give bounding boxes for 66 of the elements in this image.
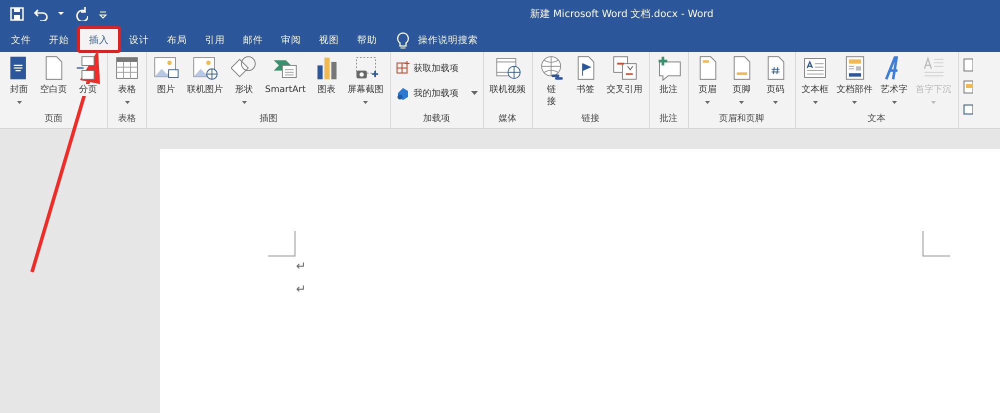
ribbon-button[interactable]: 文档部件 [832, 52, 877, 113]
ribbon-icon [114, 55, 140, 81]
tell-me-search[interactable]: 操作说明搜索 [396, 29, 478, 52]
ribbon-button[interactable]: 页脚 [724, 52, 759, 113]
ribbon-icon [962, 58, 973, 72]
ribbon-icon [962, 102, 973, 116]
ribbon-tab[interactable]: 审阅 [274, 29, 308, 52]
ribbon-button[interactable]: 联机视频 [486, 52, 530, 113]
ribbon-button[interactable]: 屏幕截图 [344, 52, 388, 113]
group-label: 页眉和页脚 [718, 113, 766, 126]
group-label: 表格 [117, 113, 137, 126]
group-label: 媒体 [498, 113, 518, 126]
paragraph-mark: ↵ [296, 282, 308, 298]
ribbon-icon [962, 80, 973, 94]
group-label: 页面 [44, 113, 64, 126]
margin-corner-mark [922, 231, 950, 257]
ribbon-icon [192, 55, 218, 81]
ribbon-icon [802, 55, 828, 81]
ribbon-button[interactable]: 空白页 [36, 52, 71, 113]
window-title: 新建 Microsoft Word 文档.docx - Word [530, 8, 714, 20]
ribbon-tab[interactable]: 帮助 [350, 29, 384, 52]
ribbon-tab[interactable]: 视图 [312, 29, 346, 52]
ribbon-button[interactable]: SmartArt [261, 52, 310, 113]
ribbon-button[interactable]: 页码 [758, 52, 793, 113]
ribbon-button[interactable]: 表格 [110, 52, 144, 113]
caret-icon [58, 12, 64, 15]
search-placeholder: 操作说明搜索 [418, 34, 478, 47]
ribbon-icon [538, 55, 565, 81]
ribbon-button[interactable]: 页眉 [690, 52, 725, 113]
ribbon-tab[interactable]: 引用 [198, 29, 232, 52]
group-label: 插图 [258, 113, 278, 126]
undo-icon [34, 6, 48, 20]
paragraph-mark: ↵ [296, 259, 308, 275]
ribbon-button[interactable]: 获取加载项 [392, 58, 481, 78]
ribbon-tab[interactable]: 设计 [122, 29, 156, 52]
ribbon-icon [656, 55, 682, 81]
ribbon-button[interactable]: 书签 [568, 52, 603, 113]
ribbon-icon [612, 55, 638, 81]
ribbon-button[interactable]: 交叉引用 [602, 52, 647, 113]
addin-icon [396, 60, 410, 76]
ribbon-button[interactable]: 图表 [310, 52, 344, 113]
addin-icon [396, 85, 410, 101]
margin-corner-mark [268, 231, 296, 257]
group-label: 文本 [866, 113, 887, 126]
lightbulb-icon [396, 32, 410, 50]
group-label: 链接 [580, 113, 601, 126]
ribbon-button[interactable]: 艺术字 [876, 52, 912, 113]
save-icon [10, 6, 24, 20]
ribbon-button[interactable]: 封面 [2, 52, 36, 113]
ribbon-icon [494, 55, 521, 81]
ribbon-tab[interactable]: 邮件 [236, 29, 270, 52]
ribbon-button[interactable]: 联机图片 [183, 52, 227, 113]
ribbon-tab[interactable]: 插入 [80, 29, 118, 52]
ribbon-button[interactable]: 形状 [227, 52, 261, 113]
group-label: 加载项 [422, 113, 452, 126]
ribbon-button[interactable]: 文本框 [798, 52, 833, 113]
group-label: 批注 [658, 113, 679, 126]
ribbon-button[interactable]: 批注 [652, 52, 686, 113]
ribbon-button[interactable]: 链接 [534, 52, 569, 113]
ribbon-icon [153, 55, 179, 81]
ribbon-tab[interactable]: 开始 [42, 29, 76, 52]
redo-icon [74, 6, 88, 20]
ribbon-button[interactable]: 图片 [149, 52, 183, 113]
ribbon-tab[interactable]: 文件 [4, 29, 38, 52]
ribbon-tab[interactable]: 布局 [160, 29, 194, 52]
ribbon-button[interactable]: 我的加载项 [392, 83, 481, 103]
